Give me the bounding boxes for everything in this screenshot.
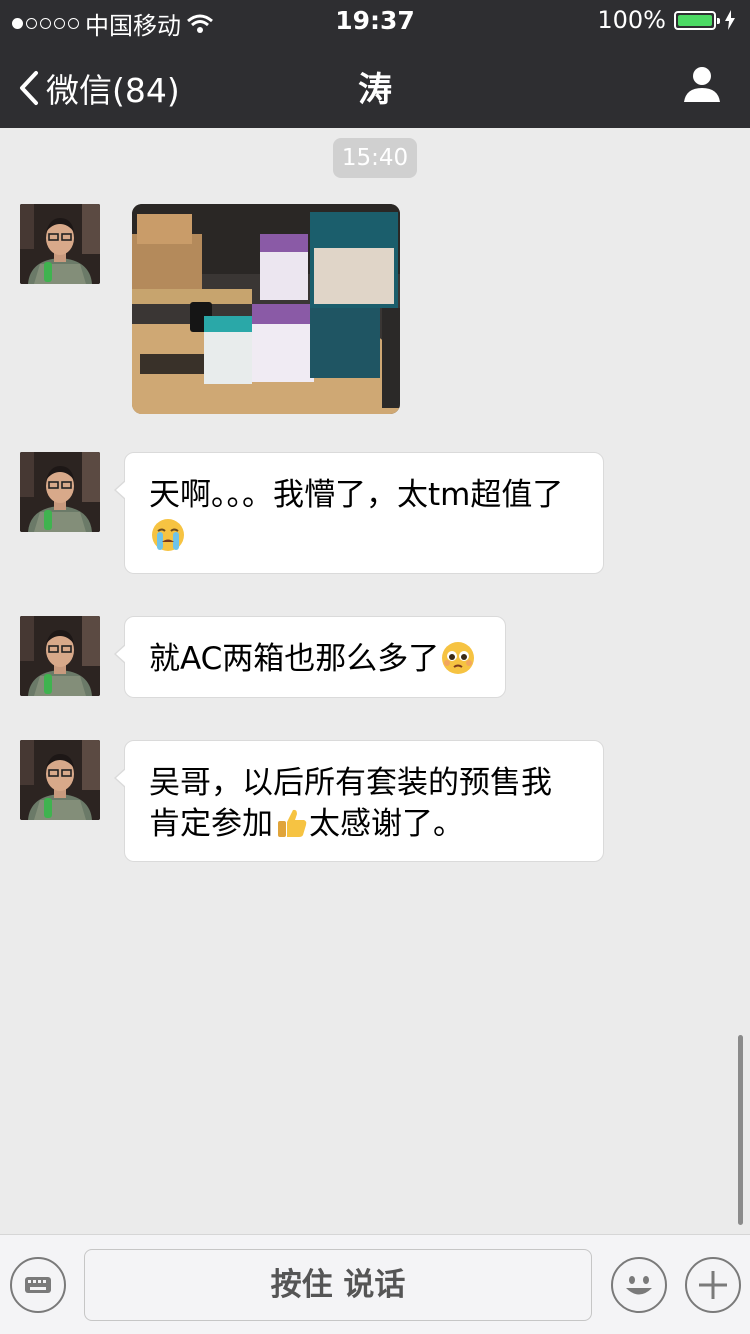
thumbs-up-emoji-icon <box>278 809 307 837</box>
message-bubble[interactable]: 吴哥，以后所有套装的预售我肯定参加 太感谢了。 <box>114 740 604 862</box>
smiley-icon <box>626 1276 652 1295</box>
message-text: 就AC两箱也那么多了 <box>149 641 440 677</box>
profile-icon[interactable] <box>682 64 722 104</box>
status-bar: 中国移动 19:37 100% <box>0 0 750 40</box>
input-bar: 按住 说话 <box>0 1234 750 1334</box>
contact-avatar[interactable] <box>20 452 100 532</box>
contact-avatar[interactable] <box>20 204 100 284</box>
hold-to-talk-button[interactable]: 按住 说话 <box>84 1249 592 1321</box>
message-image[interactable] <box>132 204 400 414</box>
keyboard-toggle-button[interactable] <box>10 1257 66 1313</box>
message-text-continued: 太感谢了。 <box>309 806 464 842</box>
chat-title: 涛 <box>358 70 392 110</box>
contact-avatar[interactable] <box>20 616 100 696</box>
message-timestamp: 15:40 <box>333 138 417 178</box>
message-bubble[interactable]: 就AC两箱也那么多了 <box>114 616 506 698</box>
chat-navbar: 微信(84) 涛 <box>0 40 750 128</box>
contact-avatar[interactable] <box>20 740 100 820</box>
plus-icon <box>699 1271 727 1299</box>
chat-scrollbar[interactable] <box>738 1035 743 1225</box>
battery-percentage: 100% <box>597 6 666 34</box>
more-options-button[interactable] <box>685 1257 741 1313</box>
pleading-face-emoji-icon <box>442 642 475 674</box>
battery-icon <box>674 10 720 30</box>
charging-bolt-icon <box>725 10 735 30</box>
crying-face-emoji-icon <box>152 519 184 551</box>
message-text: 天啊。。。我懵了，太tm超值了 <box>149 477 564 513</box>
keyboard-icon <box>25 1277 51 1293</box>
emoji-button[interactable] <box>611 1257 667 1313</box>
message-bubble[interactable]: 天啊。。。我懵了，太tm超值了 <box>114 452 604 574</box>
